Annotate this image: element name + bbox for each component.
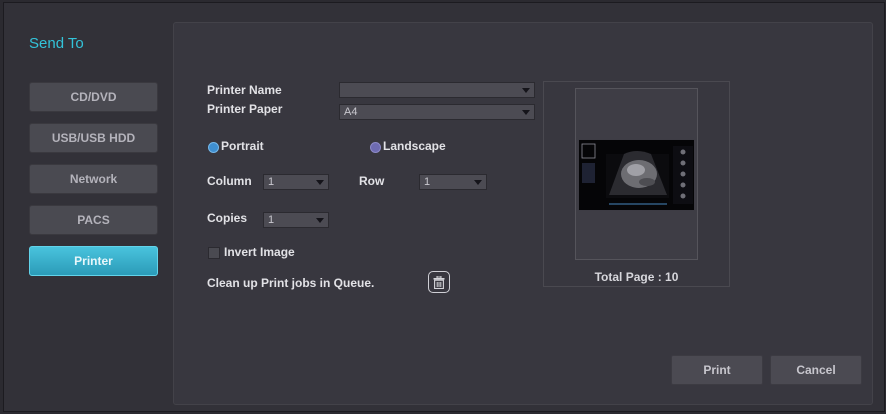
invert-image-label: Invert Image (224, 245, 295, 259)
column-value: 1 (268, 176, 275, 188)
printer-paper-select[interactable]: A4 (339, 104, 535, 120)
landscape-label: Landscape (383, 139, 446, 153)
cleanup-queue-button[interactable] (428, 271, 450, 293)
invert-image-checkbox[interactable] (208, 247, 220, 259)
portrait-label: Portrait (221, 139, 264, 153)
column-label: Column (207, 174, 252, 188)
chevron-down-icon (474, 180, 482, 185)
dialog-title: Send To (29, 35, 84, 52)
landscape-radio[interactable] (370, 142, 381, 153)
printer-paper-value: A4 (344, 106, 358, 118)
row-value: 1 (424, 176, 431, 188)
copies-select[interactable]: 1 (263, 212, 329, 228)
copies-label: Copies (207, 211, 248, 225)
nav-pacs-button[interactable]: PACS (29, 205, 158, 235)
ultrasound-thumbnail-image (578, 139, 695, 211)
nav-cd-dvd-button[interactable]: CD/DVD (29, 82, 158, 112)
chevron-down-icon (316, 180, 324, 185)
copies-value: 1 (268, 214, 275, 226)
trash-icon (433, 275, 445, 289)
printer-name-select[interactable] (339, 82, 535, 98)
cancel-button[interactable]: Cancel (770, 355, 862, 385)
printer-name-label: Printer Name (207, 83, 282, 97)
chevron-down-icon (522, 88, 530, 93)
printer-paper-label: Printer Paper (207, 102, 283, 116)
chevron-down-icon (522, 110, 530, 115)
cleanup-queue-label: Clean up Print jobs in Queue. (207, 276, 375, 290)
chevron-down-icon (316, 218, 324, 223)
nav-usb-button[interactable]: USB/USB HDD (29, 123, 158, 153)
total-page-label: Total Page : 10 (594, 270, 679, 284)
nav-printer-button[interactable]: Printer (29, 246, 158, 276)
row-select[interactable]: 1 (419, 174, 487, 190)
print-button[interactable]: Print (671, 355, 763, 385)
column-select[interactable]: 1 (263, 174, 329, 190)
row-label: Row (359, 174, 385, 188)
portrait-radio[interactable] (208, 142, 219, 153)
nav-network-button[interactable]: Network (29, 164, 158, 194)
